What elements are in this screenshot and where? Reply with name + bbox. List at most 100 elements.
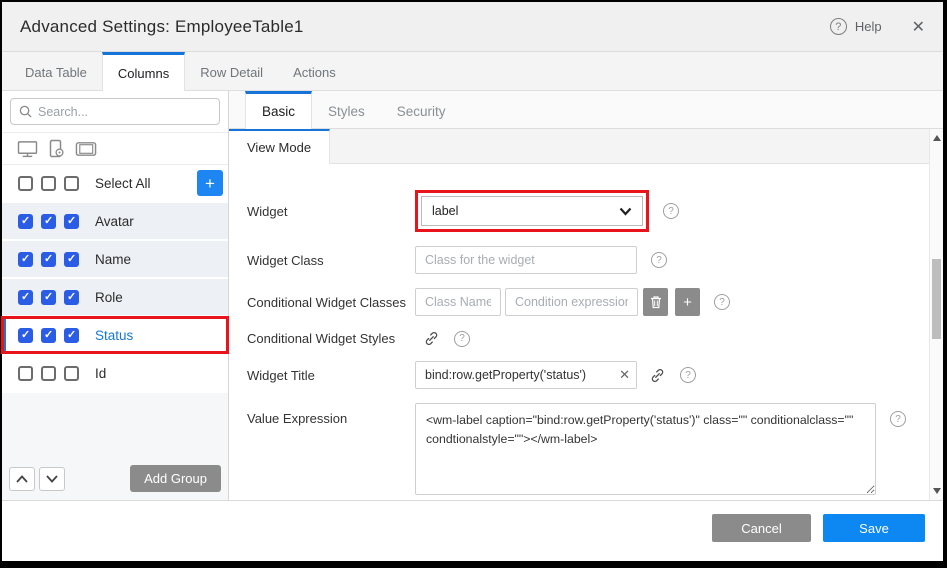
checkbox[interactable] xyxy=(64,252,79,267)
widget-title-field-row: Widget Title ✕ ? xyxy=(247,361,919,389)
row-label: Id xyxy=(95,366,106,381)
help-icon[interactable]: ? xyxy=(714,294,730,310)
row-label: Role xyxy=(95,290,123,305)
checkbox[interactable] xyxy=(18,214,33,229)
widget-label: Widget xyxy=(247,204,415,219)
widget-class-input[interactable] xyxy=(415,246,637,274)
tab-row-detail[interactable]: Row Detail xyxy=(185,52,278,90)
tab-data-table[interactable]: Data Table xyxy=(10,52,102,90)
row-label: Avatar xyxy=(95,214,134,229)
search-icon xyxy=(19,105,32,118)
scroll-down-button[interactable] xyxy=(930,484,944,498)
checkbox[interactable] xyxy=(18,252,33,267)
tab-columns[interactable]: Columns xyxy=(102,52,185,91)
clear-icon[interactable]: ✕ xyxy=(619,367,630,383)
conditional-classes-field-row: Conditional Widget Classes + ? xyxy=(247,288,919,316)
add-column-button[interactable]: + xyxy=(197,170,223,196)
help-icon[interactable]: ? xyxy=(890,411,906,427)
device-toggle-row xyxy=(2,133,228,165)
help-label[interactable]: Help xyxy=(855,19,882,34)
mobile-icon[interactable] xyxy=(48,139,65,158)
class-name-input[interactable] xyxy=(415,288,501,316)
bind-link-icon[interactable] xyxy=(423,330,440,347)
row-name[interactable]: Name xyxy=(2,241,228,279)
row-status[interactable]: Status xyxy=(2,317,228,355)
checkbox[interactable] xyxy=(18,366,33,381)
row-id[interactable]: Id xyxy=(2,355,228,393)
sidebar-toolbar: Add Group xyxy=(2,463,228,500)
widget-field-row: Widget label ? xyxy=(247,190,919,232)
sidebar-spacer xyxy=(2,393,228,463)
search-box[interactable] xyxy=(10,98,220,125)
row-role[interactable]: Role xyxy=(2,279,228,317)
help-icon[interactable]: ? xyxy=(454,331,470,347)
row-avatar[interactable]: Avatar xyxy=(2,203,228,241)
tab-view-mode[interactable]: View Mode xyxy=(229,129,330,164)
tab-basic[interactable]: Basic xyxy=(245,91,312,129)
conditional-classes-label: Conditional Widget Classes xyxy=(247,295,415,310)
checkbox[interactable] xyxy=(64,176,79,191)
cancel-button[interactable]: Cancel xyxy=(712,514,811,542)
scroll-up-button[interactable] xyxy=(930,131,944,145)
tab-security[interactable]: Security xyxy=(381,91,462,128)
search-row xyxy=(2,91,228,133)
widget-title-input[interactable] xyxy=(415,361,637,389)
row-select-all[interactable]: Select All + xyxy=(2,165,228,203)
value-expression-label: Value Expression xyxy=(247,403,415,426)
move-up-button[interactable] xyxy=(9,467,35,491)
advanced-settings-dialog: Advanced Settings: EmployeeTable1 ? Help… xyxy=(2,2,943,561)
tab-styles[interactable]: Styles xyxy=(312,91,381,128)
help-icon[interactable]: ? xyxy=(663,203,679,219)
checkbox[interactable] xyxy=(18,176,33,191)
tablet-icon[interactable] xyxy=(75,141,97,157)
triangle-down-icon xyxy=(933,488,941,494)
tab-actions[interactable]: Actions xyxy=(278,52,351,90)
widget-select-value: label xyxy=(432,204,458,218)
dialog-header: Advanced Settings: EmployeeTable1 ? Help… xyxy=(2,2,943,52)
chevron-up-icon xyxy=(16,475,28,483)
checkbox[interactable] xyxy=(41,176,56,191)
widget-title-label: Widget Title xyxy=(247,368,415,383)
row-label: Status xyxy=(95,328,133,343)
add-condition-button[interactable]: + xyxy=(675,288,700,316)
delete-condition-button[interactable] xyxy=(643,288,668,316)
checkbox[interactable] xyxy=(41,214,56,229)
checkbox[interactable] xyxy=(41,290,56,305)
conditional-styles-label: Conditional Widget Styles xyxy=(247,331,415,346)
help-icon[interactable]: ? xyxy=(651,252,667,268)
bind-link-icon[interactable] xyxy=(649,367,666,384)
checkbox[interactable] xyxy=(64,328,79,343)
checkbox[interactable] xyxy=(64,290,79,305)
scrollbar xyxy=(929,129,943,500)
column-settings-panel: Basic Styles Security View Mode Widget xyxy=(229,91,943,500)
triangle-up-icon xyxy=(933,135,941,141)
condition-expression-input[interactable] xyxy=(505,288,638,316)
dialog-footer: Cancel Save xyxy=(2,500,943,561)
scrollbar-thumb[interactable] xyxy=(932,259,941,339)
basic-settings-form: Widget label ? Widget Class xyxy=(229,164,929,500)
row-label: Select All xyxy=(95,176,151,191)
checkbox[interactable] xyxy=(18,328,33,343)
checkbox[interactable] xyxy=(64,214,79,229)
desktop-icon[interactable] xyxy=(17,140,38,158)
close-icon[interactable]: ✕ xyxy=(912,17,925,37)
move-down-button[interactable] xyxy=(39,467,65,491)
columns-sidebar: Select All + Avatar Name xyxy=(2,91,229,500)
checkbox[interactable] xyxy=(41,328,56,343)
help-icon[interactable]: ? xyxy=(830,18,847,35)
add-group-button[interactable]: Add Group xyxy=(130,465,221,492)
checkbox[interactable] xyxy=(41,366,56,381)
conditional-styles-field-row: Conditional Widget Styles ? xyxy=(247,330,919,347)
widget-select[interactable]: label xyxy=(421,196,643,226)
checkbox[interactable] xyxy=(18,290,33,305)
panel-tab-bar: Basic Styles Security xyxy=(229,91,943,129)
checkbox[interactable] xyxy=(41,252,56,267)
chevron-down-icon xyxy=(46,475,58,483)
value-expression-textarea[interactable]: <wm-label caption="bind:row.getProperty(… xyxy=(415,403,876,495)
search-input[interactable] xyxy=(38,105,211,119)
widget-class-label: Widget Class xyxy=(247,253,415,268)
save-button[interactable]: Save xyxy=(823,514,925,542)
help-icon[interactable]: ? xyxy=(680,367,696,383)
checkbox[interactable] xyxy=(64,366,79,381)
sub-tab-bar: View Mode xyxy=(229,129,929,164)
